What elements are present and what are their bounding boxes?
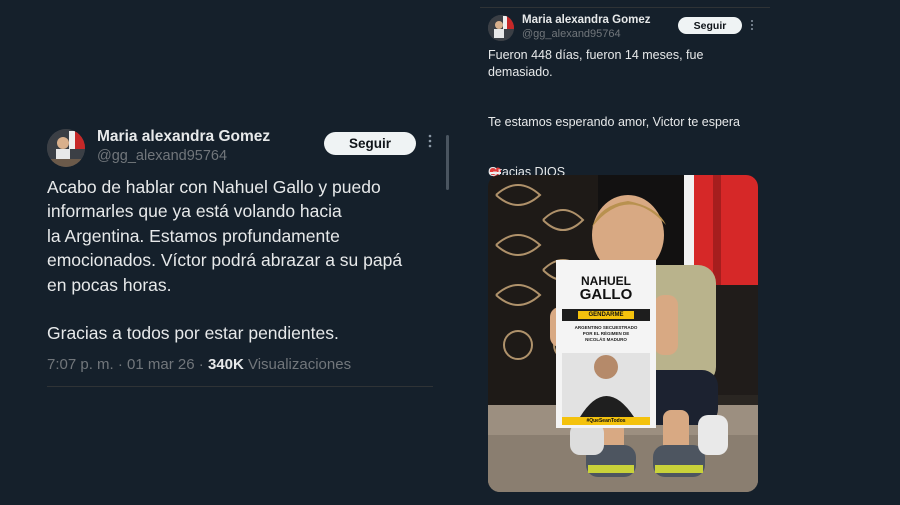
sign-name-2: GALLO: [579, 286, 633, 303]
tweet-meta: 7:07 p. m. · 01 mar 26 · 340K Visualizac…: [47, 356, 351, 373]
sign-role: GENDARME: [588, 312, 624, 318]
sign-hashtag: #QueSeanTodos: [586, 418, 626, 424]
separator-dot: ·: [117, 356, 128, 373]
author-handle[interactable]: @gg_alexand95764: [522, 28, 621, 40]
more-options-icon[interactable]: [749, 18, 755, 37]
follow-button[interactable]: Seguir: [678, 17, 742, 34]
avatar[interactable]: [488, 15, 514, 41]
left-tweet: Maria alexandra Gomez @gg_alexand95764 S…: [0, 0, 450, 505]
tweet-photo[interactable]: NAHUEL GALLO GENDARME ARGENTINO SECUESTR…: [488, 175, 758, 492]
divider: [47, 386, 433, 387]
sign-caption: ARGENTINO SECUESTRADO POR EL RÉGIMEN DE …: [574, 325, 638, 342]
more-options-icon[interactable]: [426, 133, 434, 149]
separator-dot: ·: [198, 356, 208, 373]
top-divider: [480, 7, 770, 8]
avatar[interactable]: [47, 129, 85, 167]
tweet-time[interactable]: 7:07 p. m.: [47, 356, 114, 373]
views-label: Visualizaciones: [247, 356, 352, 373]
author-name[interactable]: Maria alexandra Gomez: [97, 128, 270, 146]
follow-button[interactable]: Seguir: [324, 132, 416, 155]
author-handle[interactable]: @gg_alexand95764: [97, 148, 227, 164]
right-tweet: Maria alexandra Gomez @gg_alexand95764 S…: [470, 0, 900, 505]
tweet-text-1: Fueron 448 días, fueron 14 meses, fue de…: [488, 48, 704, 79]
tweet-text-2-content: Te estamos esperando amor, Victor te esp…: [488, 115, 740, 129]
tweet-date[interactable]: 01 mar 26: [127, 356, 195, 373]
views-count: 340K: [207, 356, 244, 373]
author-name[interactable]: Maria alexandra Gomez: [522, 14, 650, 26]
tweet-text: Acabo de hablar con Nahuel Gallo y puedo…: [47, 177, 403, 344]
